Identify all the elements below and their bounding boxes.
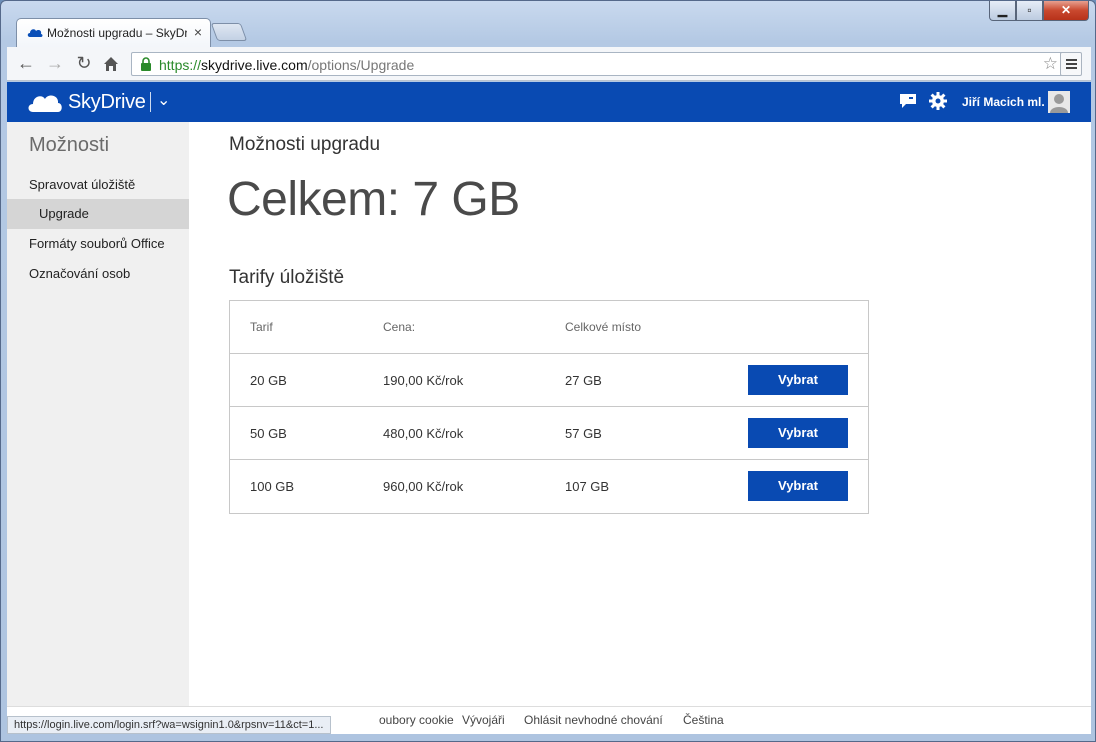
bookmark-star-icon[interactable]: ☆ <box>1043 54 1058 74</box>
avatar[interactable] <box>1048 91 1070 113</box>
plan-size: 50 GB <box>250 426 287 441</box>
user-name[interactable]: Jiří Macich ml. <box>962 95 1045 109</box>
section-title: Tarify úložiště <box>229 267 345 288</box>
skydrive-cloud-icon[interactable] <box>27 91 63 113</box>
sidebar-item-tagging[interactable]: Označování osob <box>7 259 189 289</box>
back-icon[interactable]: ← <box>16 53 36 73</box>
table-header: Tarif Cena: Celkové místo <box>230 301 868 354</box>
plans-table: Tarif Cena: Celkové místo 20 GB 190,00 K… <box>229 300 869 514</box>
page-content: Možnosti Spravovat úložiště Upgrade Form… <box>7 122 1091 734</box>
select-plan-50gb-button[interactable]: Vybrat <box>748 418 848 448</box>
footer-link-cookies[interactable]: oubory cookie <box>379 713 454 727</box>
maximize-button[interactable]: ▫ <box>1016 1 1043 21</box>
browser-window: Možnosti upgradu – SkyDrive × ▁ ▫ ✕ ← → … <box>0 0 1096 742</box>
storage-total: Celkem: 7 GB <box>227 173 520 226</box>
close-window-button[interactable]: ✕ <box>1043 1 1089 21</box>
browser-toolbar: ← → ↻ https://skydrive.live.com/options/… <box>7 47 1091 81</box>
footer-link-developers[interactable]: Vývojáři <box>462 713 505 727</box>
chevron-down-icon[interactable]: ⌄ <box>157 90 170 110</box>
forward-icon[interactable]: → <box>45 53 65 73</box>
plan-price: 190,00 Kč/rok <box>383 373 464 388</box>
gear-icon[interactable] <box>929 92 947 110</box>
chat-icon[interactable] <box>900 94 916 108</box>
plan-total: 57 GB <box>565 426 602 441</box>
home-icon[interactable] <box>103 56 119 72</box>
footer-link-report-abuse[interactable]: Ohlásit nevhodné chování <box>524 713 663 727</box>
footer-link-language[interactable]: Čeština <box>683 713 724 727</box>
select-plan-20gb-button[interactable]: Vybrat <box>748 365 848 395</box>
status-bar: https://login.live.com/login.srf?wa=wsig… <box>7 716 331 734</box>
plan-size: 20 GB <box>250 373 287 388</box>
sidebar: Možnosti Spravovat úložiště Upgrade Form… <box>7 122 189 706</box>
header-plan: Tarif <box>250 320 273 334</box>
browser-menu-icon[interactable] <box>1060 52 1082 76</box>
tab-strip: Možnosti upgradu – SkyDrive × <box>1 1 1096 47</box>
page-title: Možnosti upgradu <box>229 134 381 155</box>
table-row: 20 GB 190,00 Kč/rok 27 GB Vybrat <box>230 354 868 407</box>
minimize-button[interactable]: ▁ <box>989 1 1016 21</box>
reload-icon[interactable]: ↻ <box>74 53 94 73</box>
new-tab-button[interactable] <box>210 23 248 41</box>
plan-total: 107 GB <box>565 479 610 494</box>
tab-active[interactable]: Možnosti upgradu – SkyDrive × <box>16 18 211 47</box>
header-price: Cena: <box>383 320 416 334</box>
sidebar-title: Možnosti <box>29 134 110 156</box>
select-plan-100gb-button[interactable]: Vybrat <box>748 471 848 501</box>
logo-divider <box>150 92 151 112</box>
table-row: 100 GB 960,00 Kč/rok 107 GB Vybrat <box>230 460 868 513</box>
table-row: 50 GB 480,00 Kč/rok 57 GB Vybrat <box>230 407 868 460</box>
skydrive-favicon-icon <box>27 29 43 37</box>
plan-price: 480,00 Kč/rok <box>383 426 464 441</box>
lock-icon <box>141 57 151 71</box>
address-bar[interactable]: https://skydrive.live.com/options/Upgrad… <box>131 52 1065 76</box>
plan-size: 100 GB <box>250 479 295 494</box>
url-text: https://skydrive.live.com/options/Upgrad… <box>159 57 415 73</box>
header-total: Celkové místo <box>565 320 642 334</box>
plan-total: 27 GB <box>565 373 602 388</box>
sidebar-item-manage-storage[interactable]: Spravovat úložiště <box>7 170 189 200</box>
sidebar-item-office-formats[interactable]: Formáty souborů Office <box>7 229 189 259</box>
skydrive-header: SkyDrive ⌄ Jiří Macich ml. <box>7 82 1091 122</box>
skydrive-logo[interactable]: SkyDrive <box>68 91 146 114</box>
tab-close-icon[interactable]: × <box>194 24 202 40</box>
sidebar-item-upgrade[interactable]: Upgrade <box>7 199 189 229</box>
plan-price: 960,00 Kč/rok <box>383 479 464 494</box>
tab-title: Možnosti upgradu – SkyDrive <box>47 26 187 40</box>
